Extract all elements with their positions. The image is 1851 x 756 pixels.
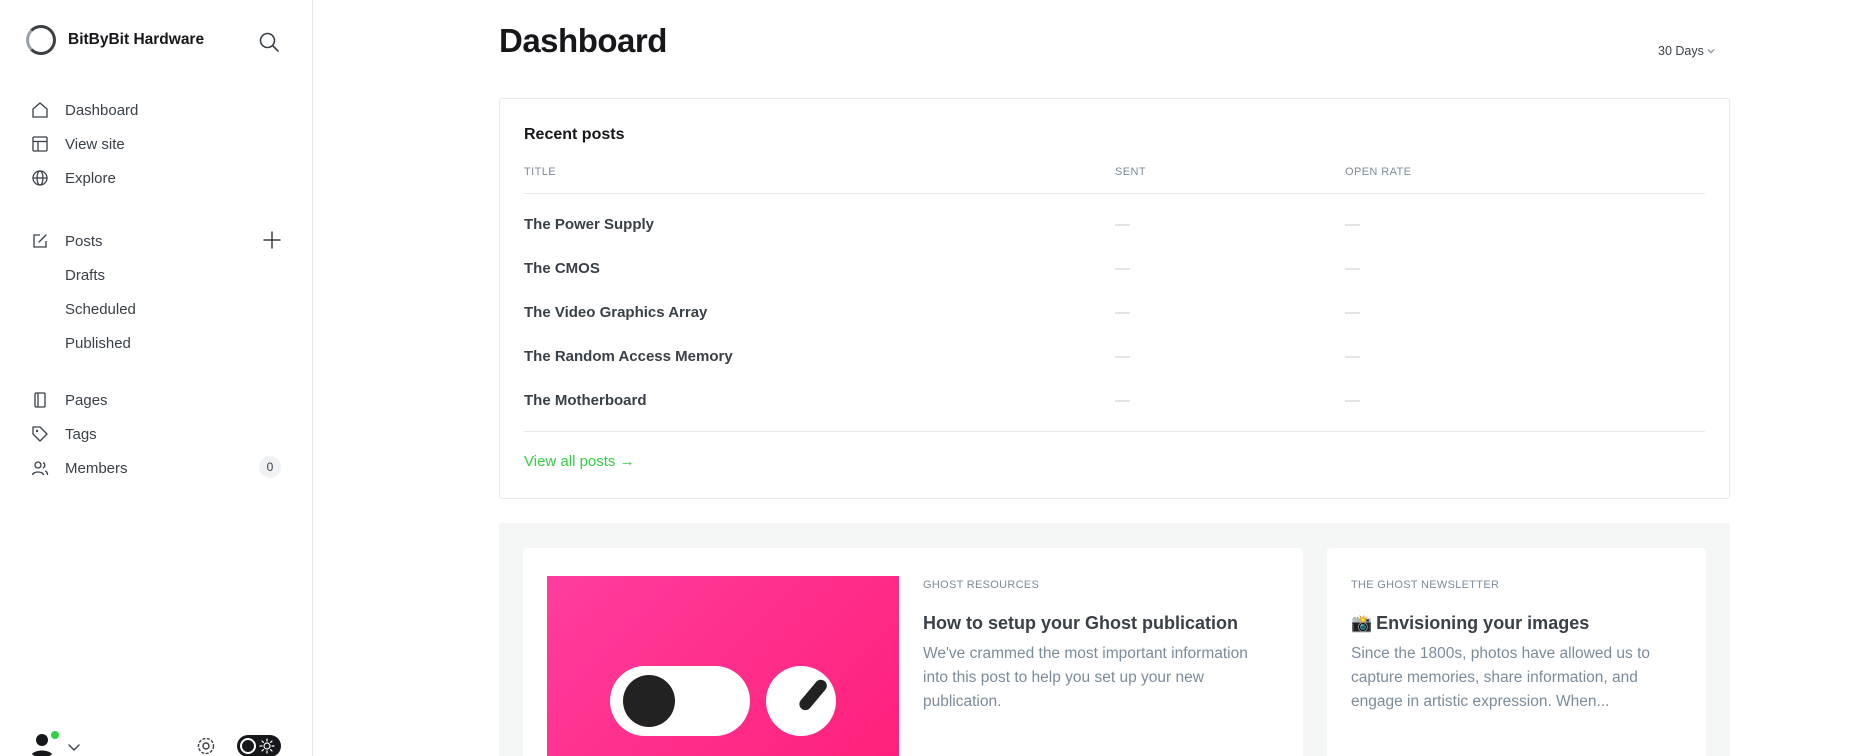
date-range-select[interactable]: 30 Days [1658, 44, 1715, 58]
post-open-rate: — [1345, 392, 1360, 409]
view-all-posts-link[interactable]: View all posts → [524, 453, 635, 470]
nav-explore-label: Explore [65, 169, 116, 187]
newsletter-title: Envisioning your images [1376, 613, 1590, 633]
table-row[interactable]: The Video Graphics Array — — [524, 291, 1705, 335]
newsletter-excerpt-line: capture memories, share information, and [1351, 669, 1638, 686]
post-title: The Random Access Memory [524, 348, 733, 365]
tag-icon [30, 424, 50, 444]
resources-section: GHOST RESOURCES How to setup your Ghost … [499, 523, 1730, 756]
nav-members[interactable]: Members [30, 456, 128, 480]
globe-icon [30, 168, 50, 188]
newsletter-excerpt-line: Since the 1800s, photos have allowed us … [1351, 645, 1651, 662]
header-divider [524, 193, 1705, 194]
post-sent: — [1115, 260, 1130, 277]
members-count-badge: 0 [259, 456, 281, 478]
table-row[interactable]: The Power Supply — — [524, 203, 1705, 247]
nav-dashboard-label: Dashboard [65, 101, 139, 119]
layout-icon [30, 134, 50, 154]
post-title: The Power Supply [524, 216, 655, 233]
table-row[interactable]: The Random Access Memory — — [524, 335, 1705, 379]
date-range-value: 30 Days [1658, 44, 1704, 58]
post-sent: — [1115, 304, 1130, 321]
new-post-plus-icon[interactable] [262, 230, 282, 250]
nav-view-site-label: View site [65, 135, 125, 153]
nav-members-label: Members [65, 459, 128, 477]
nav-drafts[interactable]: Drafts [65, 267, 105, 284]
gear-icon[interactable] [195, 735, 217, 756]
newsletter-excerpt-line: engage in artistic expression. When... [1351, 693, 1610, 710]
feature-image [547, 576, 899, 756]
camera-flash-icon: 📸 [1351, 613, 1373, 633]
post-sent: — [1115, 216, 1130, 233]
post-title: The CMOS [524, 260, 600, 277]
recent-posts-card: Recent posts TITLE SENT OPEN RATE The Po… [499, 98, 1730, 499]
page-title: Dashboard [499, 22, 667, 59]
post-open-rate: — [1345, 304, 1360, 321]
nav-tags[interactable]: Tags [30, 422, 97, 446]
resource-excerpt-line: publication. [923, 693, 1002, 710]
nav-posts-label: Posts [65, 232, 103, 250]
nav-published[interactable]: Published [65, 335, 131, 352]
nav-dashboard[interactable]: Dashboard [30, 98, 138, 122]
table-row[interactable]: The CMOS — — [524, 247, 1705, 291]
post-sent: — [1115, 348, 1130, 365]
post-open-rate: — [1345, 260, 1360, 277]
post-open-rate: — [1345, 216, 1360, 233]
brand[interactable]: BitByBit Hardware [26, 25, 204, 55]
members-icon [30, 458, 50, 478]
recent-posts-title: Recent posts [524, 126, 625, 143]
featured-resource-card[interactable]: GHOST RESOURCES How to setup your Ghost … [523, 548, 1303, 756]
resource-title: How to setup your Ghost publication [923, 613, 1238, 633]
chevron-down-icon [1707, 49, 1715, 54]
column-header-title: TITLE [524, 166, 556, 178]
post-sent: — [1115, 392, 1130, 409]
home-icon [30, 100, 50, 120]
newsletter-title-row: 📸 Envisioning your images [1351, 613, 1589, 634]
chevron-down-icon[interactable] [67, 740, 81, 754]
page-icon [30, 390, 50, 410]
column-header-open-rate: OPEN RATE [1345, 166, 1412, 178]
sidebar: BitByBit Hardware Dashboard View site Ex… [0, 0, 313, 756]
resource-excerpt-line: into this post to help you set up your n… [923, 669, 1204, 686]
site-name: BitByBit Hardware [68, 31, 205, 48]
nav-scheduled[interactable]: Scheduled [65, 301, 136, 318]
post-open-rate: — [1345, 348, 1360, 365]
resource-excerpt-line: We've crammed the most important informa… [923, 645, 1248, 662]
nav-pages-label: Pages [65, 391, 108, 409]
edit-icon [30, 231, 50, 251]
newsletter-card[interactable]: THE GHOST NEWSLETTER 📸 Envisioning your … [1327, 548, 1706, 756]
online-status-dot [50, 730, 60, 740]
nav-pages[interactable]: Pages [30, 388, 108, 412]
table-bottom-divider [524, 431, 1705, 432]
table-row[interactable]: The Motherboard — — [524, 379, 1705, 423]
nav-posts[interactable]: Posts [30, 229, 103, 253]
newsletter-kicker: THE GHOST NEWSLETTER [1351, 579, 1500, 591]
nav-view-site[interactable]: View site [30, 132, 125, 156]
resource-kicker: GHOST RESOURCES [923, 579, 1040, 591]
post-title: The Motherboard [524, 392, 647, 409]
site-logo-icon [26, 25, 56, 55]
post-title: The Video Graphics Array [524, 304, 708, 321]
nav-explore[interactable]: Explore [30, 166, 116, 190]
nav-tags-label: Tags [65, 425, 97, 443]
sun-icon [259, 738, 275, 754]
theme-toggle[interactable] [237, 735, 281, 756]
toggle-illustration [610, 666, 750, 736]
column-header-sent: SENT [1115, 166, 1146, 178]
dial-illustration [766, 666, 836, 736]
search-icon[interactable] [258, 31, 280, 53]
toggle-knob [240, 738, 256, 754]
